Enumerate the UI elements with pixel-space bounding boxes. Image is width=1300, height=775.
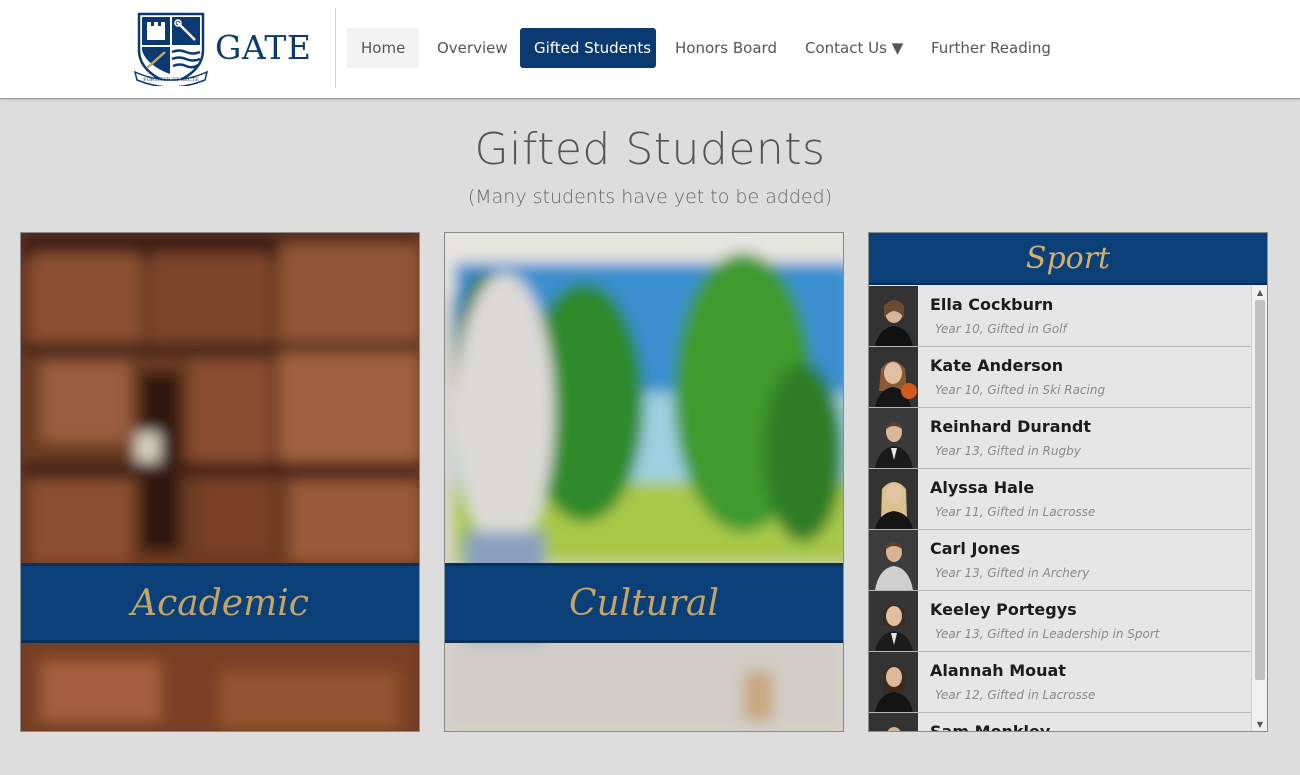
category-card-academic[interactable]: Academic xyxy=(20,232,420,732)
student-row[interactable]: Carl Jones Year 13, Gifted in Archery xyxy=(869,530,1251,591)
painting-background-image xyxy=(445,233,843,731)
student-detail: Year 11, Gifted in Lacrosse xyxy=(935,505,1096,519)
student-row[interactable]: Ella Cockburn Year 10, Gifted in Golf xyxy=(869,286,1251,347)
nav-home[interactable]: Home xyxy=(347,28,420,68)
logo-text: GATE xyxy=(215,28,312,67)
student-detail: Year 12, Gifted in Lacrosse xyxy=(935,688,1096,702)
student-name: Sam Monkley xyxy=(930,722,1051,732)
student-detail: Year 13, Gifted in Archery xyxy=(935,566,1090,580)
category-card-cultural[interactable]: Cultural xyxy=(444,232,844,732)
student-row[interactable]: Alyssa Hale Year 11, Gifted in Lacrosse xyxy=(869,469,1251,530)
student-name: Kate Anderson xyxy=(930,356,1064,375)
scroll-up-arrow-icon[interactable]: ▲ xyxy=(1252,286,1267,300)
top-navbar: FORTITER ET RECTE GATE Home Overview Gif… xyxy=(0,0,1300,99)
logo-motto: FORTITER ET RECTE xyxy=(143,77,199,83)
student-photo xyxy=(869,713,918,731)
school-crest-icon: FORTITER ET RECTE xyxy=(133,12,209,86)
student-name: Reinhard Durandt xyxy=(930,417,1091,436)
student-name: Ella Cockburn xyxy=(930,295,1054,314)
student-detail: Year 10, Gifted in Ski Racing xyxy=(935,383,1106,397)
header-divider xyxy=(335,8,336,88)
student-photo xyxy=(869,408,918,468)
nav-contact-us[interactable]: Contact Us ▼ xyxy=(791,28,917,68)
student-photo xyxy=(869,347,918,407)
student-name: Alyssa Hale xyxy=(930,478,1035,497)
student-photo xyxy=(869,652,918,712)
sport-title: Sport xyxy=(1025,240,1111,276)
student-row[interactable]: Sam Monkley xyxy=(869,713,1251,732)
student-detail: Year 10, Gifted in Golf xyxy=(935,322,1067,336)
student-row[interactable]: Kate Anderson Year 10, Gifted in Ski Rac… xyxy=(869,347,1251,408)
nav-further-reading[interactable]: Further Reading xyxy=(917,28,1065,68)
page-subtitle: (Many students have yet to be added) xyxy=(467,186,833,208)
student-photo xyxy=(869,530,918,590)
student-name: Alannah Mouat xyxy=(930,661,1066,680)
scrollbar-thumb[interactable] xyxy=(1255,300,1265,680)
student-row[interactable]: Keeley Portegys Year 13, Gifted in Leade… xyxy=(869,591,1251,652)
student-detail: Year 13, Gifted in Rugby xyxy=(935,444,1081,458)
list-scrollbar[interactable]: ▲ ▼ xyxy=(1251,286,1267,731)
nav-gifted-students[interactable]: Gifted Students xyxy=(520,28,656,68)
sport-panel: Sport Ella Cockburn Year 10, Gifted in G… xyxy=(868,232,1268,732)
category-label: Academic xyxy=(131,582,309,624)
site-logo[interactable]: FORTITER ET RECTE GATE xyxy=(133,10,333,86)
nav-overview[interactable]: Overview xyxy=(423,28,522,68)
student-row[interactable]: Alannah Mouat Year 12, Gifted in Lacross… xyxy=(869,652,1251,713)
sport-student-list[interactable]: Ella Cockburn Year 10, Gifted in Golf Ka… xyxy=(869,286,1251,732)
student-row[interactable]: Reinhard Durandt Year 13, Gifted in Rugb… xyxy=(869,408,1251,469)
library-background-image xyxy=(21,233,419,731)
student-name: Keeley Portegys xyxy=(930,600,1077,619)
scroll-down-arrow-icon[interactable]: ▼ xyxy=(1252,718,1267,731)
category-label: Cultural xyxy=(568,582,720,624)
student-name: Carl Jones xyxy=(930,539,1021,558)
page-title: Gifted Students xyxy=(474,124,826,175)
nav-honors-board[interactable]: Honors Board xyxy=(661,28,791,68)
sport-header: Sport xyxy=(869,233,1267,285)
academic-banner: Academic xyxy=(21,563,419,643)
cultural-banner: Cultural xyxy=(445,563,843,643)
student-photo xyxy=(869,591,918,651)
student-photo xyxy=(869,286,918,346)
student-photo xyxy=(869,469,918,529)
student-detail: Year 13, Gifted in Leadership in Sport xyxy=(935,627,1160,641)
